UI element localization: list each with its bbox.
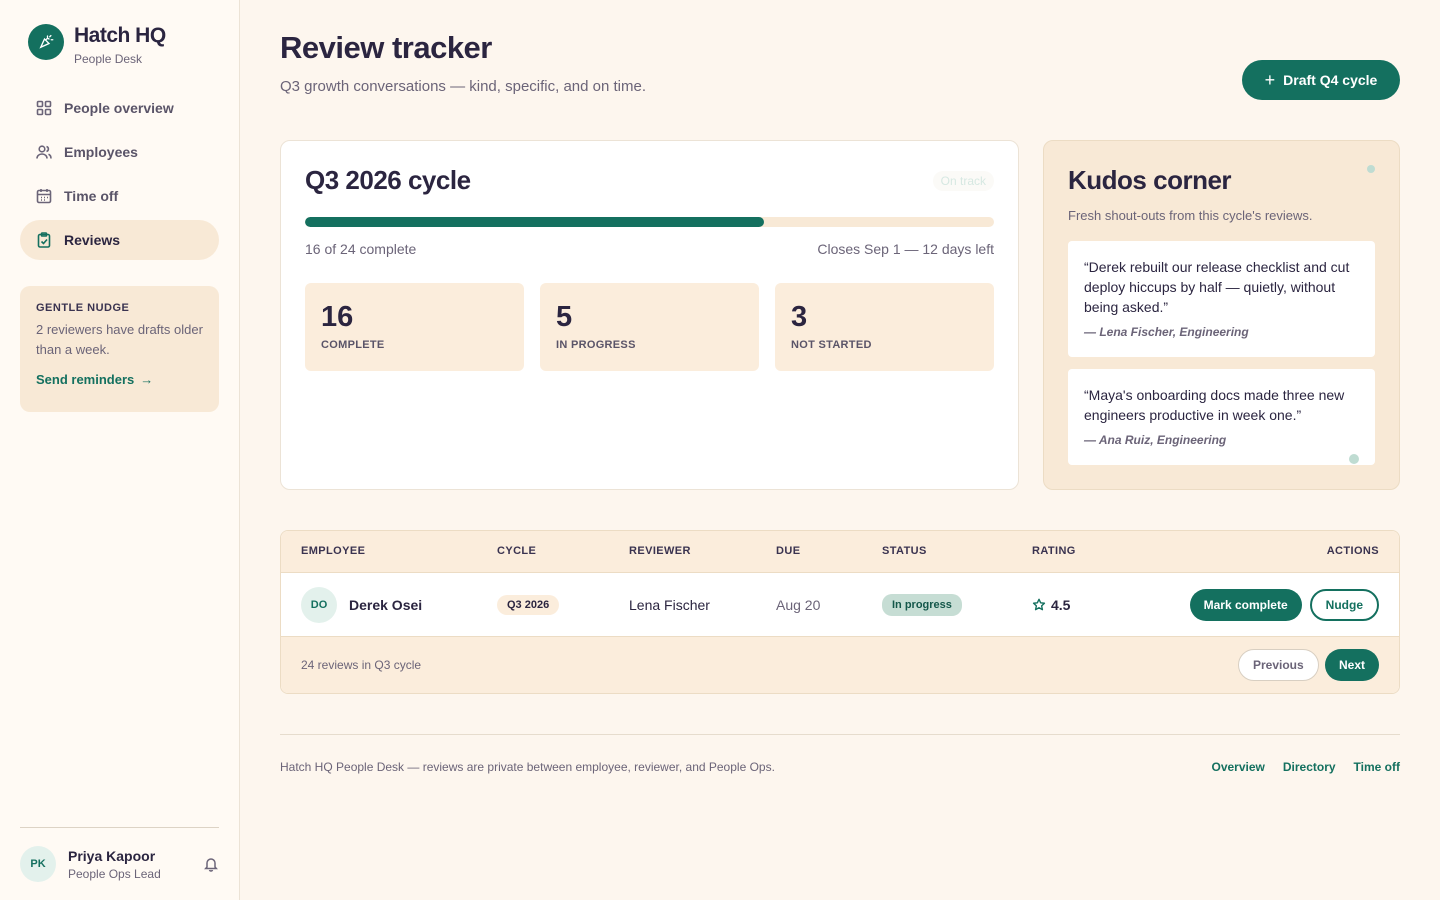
footer-link-directory[interactable]: Directory (1283, 760, 1336, 774)
column-header-rating: RATING (1032, 545, 1076, 557)
current-user: PK Priya Kapoor People Ops Lead (20, 827, 219, 900)
brand: Hatch HQ People Desk (28, 24, 166, 66)
gentle-nudge-card: GENTLE NUDGE 2 reviewers have drafts old… (20, 286, 219, 412)
cycle-cell: Q3 2026 (497, 573, 560, 637)
cycle-title: Q3 2026 cycle (305, 165, 471, 195)
plus-icon: + (1264, 69, 1276, 90)
page-subtitle: Q3 growth conversations — kind, specific… (280, 78, 647, 95)
sidebar-nav: People overview Employees Time off Revie… (20, 88, 219, 264)
footer-links: Overview Directory Time off (1193, 760, 1400, 774)
brand-subtitle: People Desk (74, 52, 143, 66)
grid-icon (36, 100, 52, 116)
kudos-title: Kudos corner (1068, 165, 1232, 195)
sidebar-item-label: Employees (64, 144, 138, 160)
cycle-badge: Q3 2026 (497, 595, 560, 615)
stat-complete: 16 COMPLETE (305, 283, 524, 371)
user-role: People Ops Lead (68, 866, 161, 881)
column-header-reviewer: REVIEWER (629, 545, 691, 557)
stat-label: NOT STARTED (791, 339, 872, 351)
table-footer: 24 reviews in Q3 cycle Previous Next (281, 637, 1399, 693)
employee-name: Derek Osei (349, 597, 423, 613)
next-page-button[interactable]: Next (1325, 649, 1380, 681)
sidebar-item-label: Reviews (64, 232, 121, 248)
page-title: Review tracker (280, 30, 492, 65)
reviewer-cell: Lena Fischer (629, 597, 710, 613)
quote-text: “Maya's onboarding docs made three new e… (1084, 387, 1345, 423)
kudos-subtitle: Fresh shout-outs from this cycle's revie… (1068, 208, 1313, 223)
column-header-employee: EMPLOYEE (301, 545, 366, 557)
arrow-right-icon: → (140, 372, 154, 387)
decorative-dot (1349, 454, 1359, 464)
stat-label: COMPLETE (321, 339, 385, 351)
stat-not-started: 3 NOT STARTED (775, 283, 994, 371)
stat-in-progress: 5 IN PROGRESS (540, 283, 759, 371)
rating-cell: 4.5 (1032, 573, 1070, 637)
footer-divider (280, 734, 1400, 735)
sidebar-item-employees[interactable]: Employees (20, 132, 219, 172)
sidebar-item-reviews[interactable]: Reviews (20, 220, 219, 260)
sidebar-item-people-overview[interactable]: People overview (20, 88, 219, 128)
mark-complete-button[interactable]: Mark complete (1189, 589, 1302, 621)
rating-value: 4.5 (1051, 597, 1071, 613)
cycle-progress-bar (305, 217, 994, 227)
due-cell: Aug 20 (776, 597, 821, 613)
status-badge: In progress (882, 594, 962, 616)
previous-page-button[interactable]: Previous (1238, 649, 1319, 681)
actions-cell: Mark complete Nudge (1189, 573, 1379, 637)
quote-author: — Ana Ruiz, Engineering (1084, 433, 1227, 447)
bell-icon[interactable] (203, 856, 219, 872)
footer-link-overview[interactable]: Overview (1211, 760, 1264, 774)
users-icon (36, 145, 52, 159)
kudos-card: Kudos corner Fresh shout-outs from this … (1043, 140, 1400, 490)
stat-value: 16 (321, 301, 354, 333)
quote-author: — Lena Fischer, Engineering (1084, 325, 1249, 339)
clipboard-check-icon (37, 232, 51, 248)
nudge-button[interactable]: Nudge (1309, 589, 1379, 621)
quote-text: “Derek rebuilt our release checklist and… (1084, 259, 1350, 315)
stat-value: 5 (556, 301, 573, 333)
column-header-cycle: CYCLE (497, 545, 537, 557)
table-count: 24 reviews in Q3 cycle (301, 658, 422, 672)
send-reminders-label: Send reminders (36, 372, 135, 387)
user-name: Priya Kapoor (68, 847, 156, 864)
progress-deadline: Closes Sep 1 — 12 days left (817, 241, 994, 257)
brand-name: Hatch HQ (74, 24, 166, 47)
footer-link-time-off[interactable]: Time off (1354, 760, 1400, 774)
decorative-dot (1367, 165, 1375, 173)
column-header-actions: ACTIONS (1326, 545, 1379, 557)
footer-text: Hatch HQ People Desk — reviews are priva… (280, 760, 775, 774)
table-header: EMPLOYEE CYCLE REVIEWER DUE STATUS RATIN… (281, 531, 1399, 573)
avatar[interactable]: PK (20, 846, 56, 882)
reviews-table: EMPLOYEE CYCLE REVIEWER DUE STATUS RATIN… (280, 530, 1400, 694)
employee-cell: DO Derek Osei (301, 573, 422, 637)
send-reminders-link[interactable]: Send reminders → (36, 372, 153, 387)
status-cell: In progress (882, 573, 962, 637)
cycle-card: Q3 2026 cycle On track 16 of 24 complete… (280, 140, 1019, 490)
calendar-icon (36, 189, 52, 204)
sidebar-item-time-off[interactable]: Time off (20, 176, 219, 216)
table-row[interactable]: DO Derek Osei Q3 2026 Lena Fischer Aug 2… (281, 573, 1399, 637)
sidebar-item-label: Time off (64, 188, 119, 204)
nudge-title: GENTLE NUDGE (36, 302, 130, 314)
column-header-status: STATUS (882, 545, 927, 557)
avatar: DO (301, 587, 337, 623)
draft-button-label: Draft Q4 cycle (1283, 72, 1378, 88)
stat-label: IN PROGRESS (556, 339, 636, 351)
nudge-text: 2 reviewers have drafts older than a wee… (36, 322, 203, 357)
sidebar-item-label: People overview (64, 100, 174, 116)
progress-count: 16 of 24 complete (305, 241, 417, 257)
status-badge: On track (932, 171, 994, 191)
cycle-progress-fill (305, 217, 765, 227)
column-header-due: DUE (776, 545, 801, 557)
sidebar: Hatch HQ People Desk People overview Emp… (0, 0, 240, 900)
kudos-quote: “Derek rebuilt our release checklist and… (1068, 241, 1375, 357)
star-icon (1032, 598, 1046, 611)
stat-value: 3 (791, 301, 808, 333)
kudos-quote: “Maya's onboarding docs made three new e… (1068, 369, 1375, 465)
party-popper-icon (28, 24, 64, 60)
draft-q4-cycle-button[interactable]: + Draft Q4 cycle (1242, 60, 1400, 100)
